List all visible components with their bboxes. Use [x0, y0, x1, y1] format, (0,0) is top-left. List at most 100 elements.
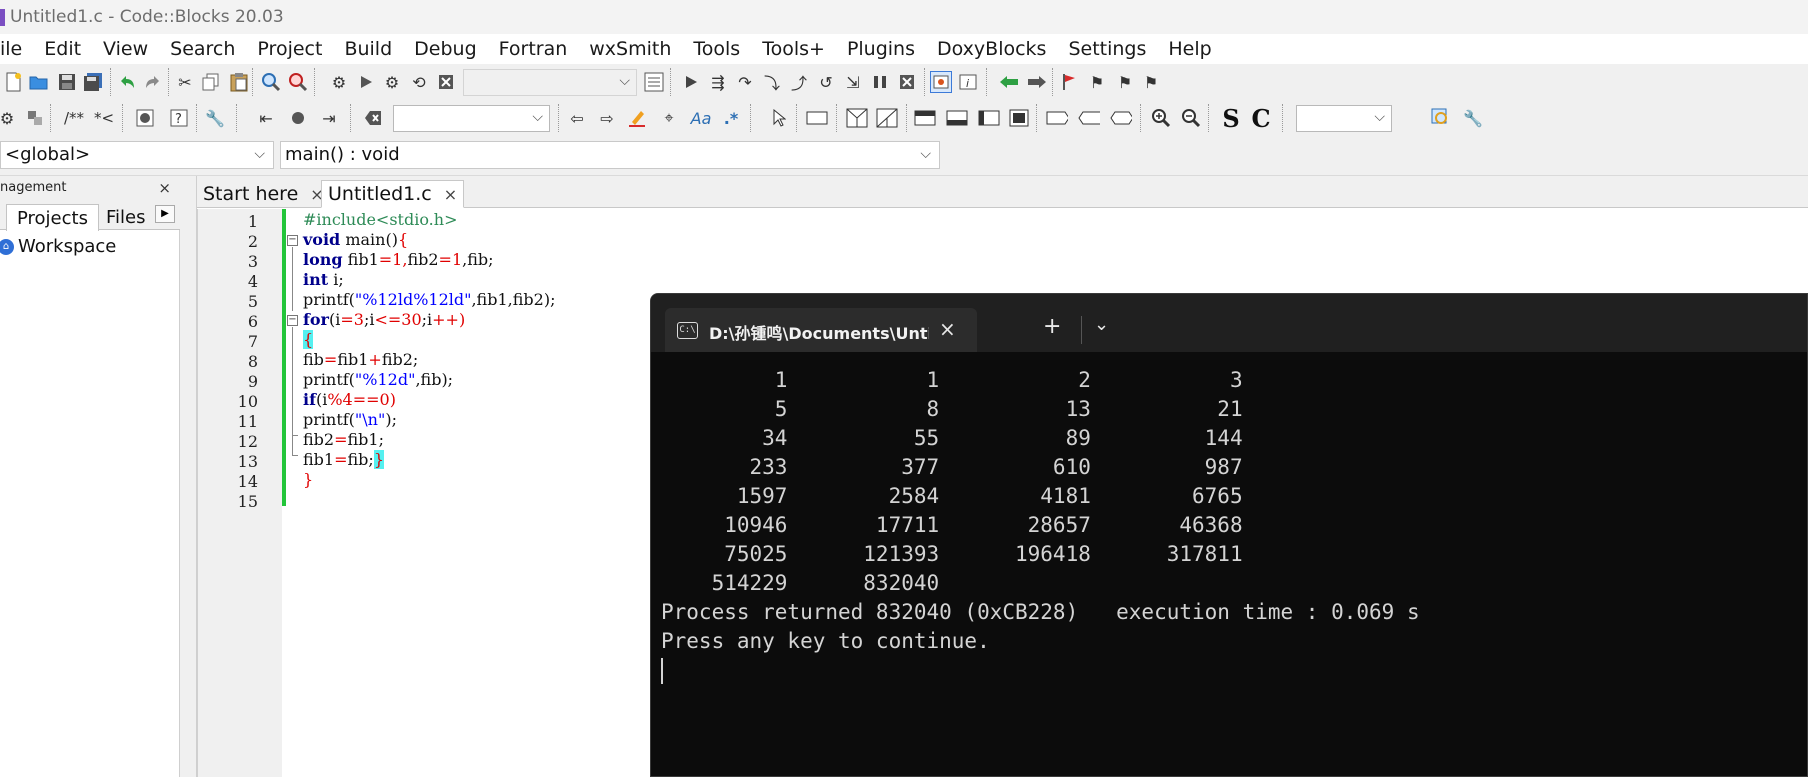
symbol-select[interactable]: ⌵	[1296, 105, 1392, 132]
stop-debugger-icon[interactable]	[896, 71, 918, 93]
zoom-in-icon[interactable]	[1150, 107, 1172, 129]
return-block-icon[interactable]	[1110, 107, 1132, 129]
fold-toggle-icon[interactable]: −	[287, 235, 298, 246]
next-bookmark-icon[interactable]: ⚑	[1114, 71, 1136, 93]
menu-build[interactable]: Build	[333, 38, 403, 60]
for-loop-icon[interactable]	[978, 107, 1000, 129]
run-to-cursor-icon[interactable]: ⇶	[707, 71, 729, 93]
doxy-line-comment-button[interactable]: *<	[92, 107, 116, 129]
clear-search-icon[interactable]	[362, 107, 384, 129]
build-and-run-icon[interactable]: ⚙	[381, 71, 403, 93]
doxywizard-icon[interactable]: ⚙	[0, 107, 18, 129]
menu-debug[interactable]: Debug	[403, 38, 487, 60]
while-loop-icon[interactable]	[914, 107, 936, 129]
next-line-icon[interactable]: ↷	[734, 71, 756, 93]
tab-untitled1[interactable]: Untitled1.c ×	[321, 180, 465, 208]
step-into-icon[interactable]: ⤵	[761, 71, 783, 93]
next-instruction-icon[interactable]: ↺	[815, 71, 837, 93]
close-icon[interactable]: ×	[444, 185, 457, 204]
help-question-icon[interactable]: ?	[168, 107, 190, 129]
continue-block-icon[interactable]	[1078, 107, 1100, 129]
next-match-icon[interactable]: ⇥	[318, 107, 340, 129]
menu-plugins[interactable]: Plugins	[836, 38, 926, 60]
regex-icon[interactable]: .*	[720, 107, 742, 129]
search-next-arrow-icon[interactable]: ⇨	[596, 107, 618, 129]
selected-text-only-icon[interactable]: ⌖	[658, 107, 680, 129]
run-icon[interactable]	[355, 71, 377, 93]
menu-view[interactable]: View	[92, 38, 159, 60]
abort-icon[interactable]	[435, 71, 457, 93]
open-file-icon[interactable]	[28, 71, 50, 93]
new-file-icon[interactable]	[2, 71, 24, 93]
menu-settings[interactable]: Settings	[1057, 38, 1157, 60]
menu-tools[interactable]: Tools	[682, 38, 751, 60]
break-debugger-icon[interactable]	[869, 71, 891, 93]
menu-doxyblocks[interactable]: DoxyBlocks	[926, 38, 1057, 60]
pointer-cursor-icon[interactable]	[768, 107, 790, 129]
menu-wxsmith[interactable]: wxSmith	[578, 38, 682, 60]
fold-toggle-icon[interactable]: −	[287, 315, 298, 326]
workspace-tree-item[interactable]: ⌂ Workspace	[0, 236, 116, 257]
new-tab-plus-icon[interactable]: +	[1043, 316, 1061, 338]
redo-icon[interactable]	[142, 71, 164, 93]
code-completion-c-button[interactable]: C	[1250, 104, 1272, 133]
switch-block-icon[interactable]	[876, 107, 898, 129]
block-icon[interactable]	[1008, 107, 1030, 129]
code-completion-s-button[interactable]: S	[1220, 104, 1242, 133]
previous-match-icon[interactable]: ⇤	[255, 107, 277, 129]
repeat-loop-icon[interactable]	[946, 107, 968, 129]
terminal-output[interactable]: 1 1 2 3 5 8 13 21 34 55 89 144 233 377 6…	[661, 366, 1420, 685]
settings-wrench-icon[interactable]: 🔧	[1462, 107, 1484, 129]
menu-file[interactable]: ile	[0, 38, 33, 60]
menu-edit[interactable]: Edit	[33, 38, 92, 60]
function-select[interactable]: main() : void ⌵	[280, 141, 940, 169]
show-select-target-icon[interactable]	[643, 71, 665, 93]
save-all-icon[interactable]	[82, 71, 104, 93]
find-icon[interactable]	[260, 71, 282, 93]
tab-scroll-right-icon[interactable]: ▶	[155, 205, 175, 223]
zoom-out-icon[interactable]	[1180, 107, 1202, 129]
close-icon[interactable]: ×	[158, 179, 171, 197]
if-block-icon[interactable]	[846, 107, 868, 129]
menu-search[interactable]: Search	[159, 38, 246, 60]
various-info-icon[interactable]: i	[957, 71, 979, 93]
replace-icon[interactable]	[287, 71, 309, 93]
highlight-pen-icon[interactable]	[626, 107, 648, 129]
undo-icon[interactable]	[116, 71, 138, 93]
menu-project[interactable]: Project	[246, 38, 333, 60]
zoom-glasses-icon[interactable]	[1430, 107, 1452, 129]
debug-continue-icon[interactable]	[680, 71, 702, 93]
terminal-tab[interactable]: C:\ D:\孙锺鸣\Documents\Untitle ×	[665, 308, 977, 352]
tab-files[interactable]: Files	[96, 204, 156, 231]
rebuild-icon[interactable]: ⟲	[408, 71, 430, 93]
menu-help[interactable]: Help	[1157, 38, 1222, 60]
break-block-icon[interactable]	[1046, 107, 1068, 129]
cut-icon[interactable]: ✂	[174, 71, 196, 93]
incremental-search-select[interactable]: ⌵	[393, 105, 550, 132]
doxyblocks-preferences-wrench-icon[interactable]: 🔧	[204, 107, 226, 129]
extract-documentation-icon[interactable]	[24, 107, 46, 129]
jump-forward-arrow-icon[interactable]	[1026, 71, 1048, 93]
doxy-block-comment-button[interactable]: /**	[60, 107, 88, 129]
build-settings-gear-icon[interactable]: ⚙	[328, 71, 350, 93]
close-icon[interactable]: ×	[939, 317, 956, 341]
build-target-select[interactable]: ⌵	[463, 69, 637, 96]
jump-back-arrow-icon[interactable]	[998, 71, 1020, 93]
previous-bookmark-icon[interactable]: ⚑	[1086, 71, 1108, 93]
search-previous-arrow-icon[interactable]: ⇦	[566, 107, 588, 129]
menu-fortran[interactable]: Fortran	[488, 38, 579, 60]
match-dot-icon[interactable]	[287, 107, 309, 129]
tab-projects[interactable]: Projects	[6, 204, 99, 231]
match-case-aa-icon[interactable]: Aa	[690, 107, 712, 129]
copy-icon[interactable]	[200, 71, 222, 93]
menu-tools-plus[interactable]: Tools+	[751, 38, 836, 60]
step-into-instruction-icon[interactable]: ⇲	[842, 71, 864, 93]
scope-select[interactable]: <global> ⌵	[0, 141, 274, 169]
paste-icon[interactable]	[228, 71, 250, 93]
debugging-windows-icon[interactable]	[930, 71, 952, 93]
toggle-bookmark-flag-icon[interactable]	[1058, 71, 1080, 93]
chevron-down-icon[interactable]: ⌄	[1094, 314, 1109, 335]
instruction-block-icon[interactable]	[806, 107, 828, 129]
open-html-icon[interactable]	[134, 107, 156, 129]
management-splitter[interactable]	[180, 176, 197, 777]
